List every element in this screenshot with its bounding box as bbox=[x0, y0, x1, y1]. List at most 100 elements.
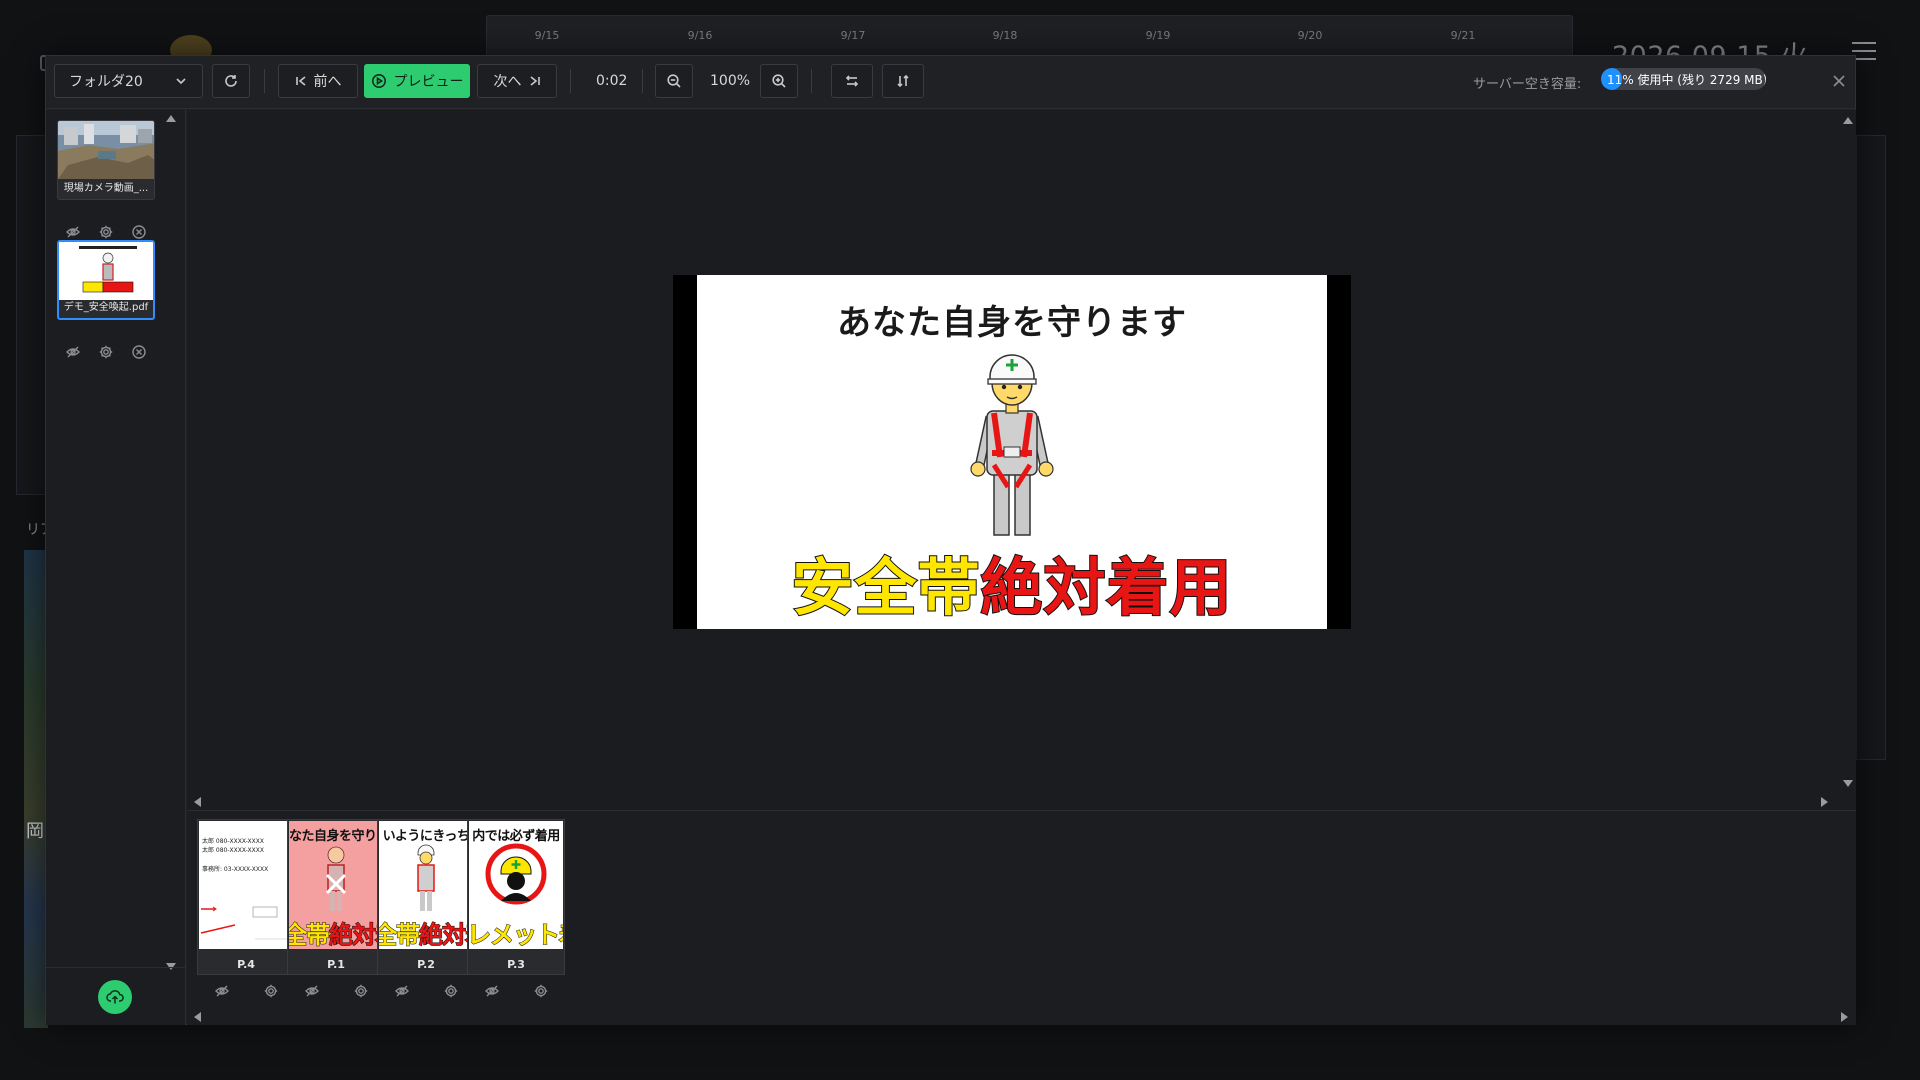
background-label: 岡 bbox=[26, 821, 44, 842]
slide-caption-red: 絶対着用 bbox=[979, 550, 1233, 625]
folder-select-value: フォルダ20 bbox=[69, 74, 143, 90]
timeline-date: 9/17 bbox=[840, 29, 866, 42]
eye-off-icon[interactable] bbox=[65, 344, 81, 360]
background-panel bbox=[1856, 135, 1886, 760]
page-actions bbox=[197, 981, 295, 1001]
gear-icon[interactable] bbox=[533, 983, 549, 999]
zoom-out-button[interactable] bbox=[655, 64, 693, 98]
worker-illustration bbox=[960, 337, 1064, 547]
remove-circle-icon[interactable] bbox=[131, 344, 147, 360]
gear-icon[interactable] bbox=[98, 344, 114, 360]
file-actions bbox=[57, 342, 155, 362]
page-heading: いようにきっち bbox=[382, 829, 470, 844]
zoom-level: 100% bbox=[710, 73, 751, 89]
timeline-date: 9/19 bbox=[1145, 29, 1171, 42]
slide-frame: あなた自身を守ります 安全帯絶対着用 bbox=[673, 275, 1351, 629]
eye-off-icon[interactable] bbox=[304, 983, 320, 999]
timeline-date: 9/16 bbox=[687, 29, 713, 42]
refresh-button[interactable] bbox=[212, 64, 250, 98]
page-label: P.4 bbox=[237, 958, 255, 971]
flip-vertical-icon bbox=[895, 73, 911, 89]
excluded-x-icon bbox=[325, 873, 347, 895]
preview-horizontal-scrollbar[interactable] bbox=[187, 794, 1856, 810]
page-thumbnail[interactable]: なた自身を守りま 全帯絶対着 P.1 bbox=[287, 819, 385, 975]
helmet-sign-icon bbox=[485, 843, 547, 905]
flip-horizontal-icon bbox=[844, 73, 860, 89]
upload-area bbox=[46, 967, 186, 1025]
file-sidebar: 現場カメラ動画_... デモ_安全喚起.pdf bbox=[46, 110, 186, 1025]
page-caption-yellow: レメット着 bbox=[469, 921, 563, 950]
page-caption: 全帯絶対着 bbox=[289, 915, 383, 950]
zoom-out-icon bbox=[666, 73, 682, 89]
play-circle-icon bbox=[371, 73, 387, 89]
page-caption-red: 絶対着 bbox=[419, 921, 474, 950]
page-label: P.1 bbox=[327, 958, 345, 971]
eye-off-icon[interactable] bbox=[394, 983, 410, 999]
page-image: 太郎 080-XXXX-XXXX 太郎 080-XXXX-XXXX 事務所: 0… bbox=[199, 821, 293, 949]
next-button[interactable]: 次へ bbox=[477, 64, 557, 98]
page-thumbnail[interactable]: いようにきっち 全帯絶対着 P.2 bbox=[377, 819, 475, 975]
slide-preview: あなた自身を守ります 安全帯絶対着用 bbox=[697, 275, 1327, 629]
next-label: 次へ bbox=[493, 74, 522, 90]
toolbar-divider bbox=[811, 69, 812, 93]
flip-horizontal-button[interactable] bbox=[831, 64, 873, 98]
slide-caption-yellow: 安全帯 bbox=[790, 550, 981, 625]
toolbar-divider bbox=[570, 69, 571, 93]
remove-circle-icon[interactable] bbox=[131, 224, 147, 240]
skip-prev-icon bbox=[295, 75, 307, 87]
strip-horizontal-scrollbar[interactable] bbox=[187, 1009, 1856, 1025]
page-actions bbox=[287, 981, 385, 1001]
page-caption-yellow: 全帯 bbox=[289, 921, 331, 950]
page-thumbnail[interactable]: 内では必ず着用 レメット着 P.3 bbox=[467, 819, 565, 975]
page-strip: 太郎 080-XXXX-XXXX 太郎 080-XXXX-XXXX 事務所: 0… bbox=[187, 810, 1856, 1025]
gear-icon[interactable] bbox=[98, 224, 114, 240]
prev-label: 前へ bbox=[313, 74, 342, 90]
preview-stage: あなた自身を守ります 安全帯絶対着用 bbox=[187, 110, 1856, 810]
prev-button[interactable]: 前へ bbox=[278, 64, 358, 98]
slide-caption: 安全帯絶対着用 bbox=[697, 537, 1327, 627]
page-caption: レメット着 bbox=[469, 915, 563, 950]
zoom-in-button[interactable] bbox=[760, 64, 798, 98]
upload-icon bbox=[105, 987, 125, 1007]
background-panel bbox=[16, 135, 46, 495]
page-caption: 全帯絶対着 bbox=[379, 915, 474, 950]
gear-icon[interactable] bbox=[353, 983, 369, 999]
upload-button[interactable] bbox=[98, 980, 132, 1014]
page-actions bbox=[377, 981, 475, 1001]
eye-off-icon[interactable] bbox=[484, 983, 500, 999]
gear-icon[interactable] bbox=[443, 983, 459, 999]
file-item[interactable]: 現場カメラ動画_... bbox=[57, 120, 155, 200]
page-actions bbox=[467, 981, 565, 1001]
page-image: 内では必ず着用 レメット着 bbox=[469, 821, 563, 949]
page-image: なた自身を守りま 全帯絶対着 bbox=[289, 821, 383, 949]
eye-off-icon[interactable] bbox=[214, 983, 230, 999]
preview-vertical-scrollbar[interactable] bbox=[1840, 110, 1856, 794]
sidebar-scrollbar[interactable] bbox=[164, 110, 178, 975]
preview-label: プレビュー bbox=[393, 74, 464, 90]
flip-vertical-button[interactable] bbox=[882, 64, 924, 98]
preview-button[interactable]: プレビュー bbox=[364, 64, 470, 98]
close-icon[interactable] bbox=[1828, 70, 1850, 92]
page-thumbnail[interactable]: 太郎 080-XXXX-XXXX 太郎 080-XXXX-XXXX 事務所: 0… bbox=[197, 819, 295, 975]
file-name: デモ_安全喚起.pdf bbox=[63, 302, 149, 313]
media-editor-modal: フォルダ20 前へ プレビュー 次へ 0:02 100% サーバー空き容量: 1… bbox=[45, 55, 1856, 1025]
playback-time: 0:02 bbox=[596, 73, 628, 89]
file-name: 現場カメラ動画_... bbox=[63, 183, 149, 194]
page-label: P.3 bbox=[507, 958, 525, 971]
eye-off-icon[interactable] bbox=[65, 224, 81, 240]
zoom-in-icon bbox=[771, 73, 787, 89]
timeline-date: 9/15 bbox=[534, 29, 560, 42]
storage-bar: 11% 使用中 (残り 2729 MB) bbox=[1601, 68, 1766, 90]
toolbar-divider bbox=[264, 69, 265, 93]
timeline-date: 9/18 bbox=[992, 29, 1018, 42]
page-label: P.2 bbox=[417, 958, 435, 971]
toolbar-divider bbox=[642, 69, 643, 93]
folder-select[interactable]: フォルダ20 bbox=[54, 64, 203, 98]
gear-icon[interactable] bbox=[263, 983, 279, 999]
file-item[interactable]: デモ_安全喚起.pdf bbox=[57, 240, 155, 320]
page-image: いようにきっち 全帯絶対着 bbox=[379, 821, 473, 949]
toolbar: フォルダ20 前へ プレビュー 次へ 0:02 100% サーバー空き容量: 1… bbox=[46, 56, 1855, 109]
file-actions bbox=[57, 222, 155, 242]
storage-label: サーバー空き容量: bbox=[1473, 77, 1582, 92]
page-caption-yellow: 全帯 bbox=[379, 921, 421, 950]
